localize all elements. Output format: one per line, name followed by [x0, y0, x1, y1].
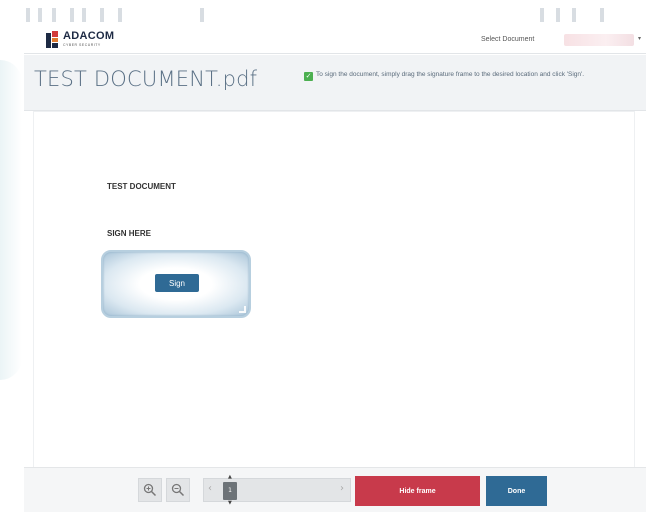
- sign-here-label: SIGN HERE: [107, 229, 152, 238]
- done-button[interactable]: Done: [486, 476, 547, 506]
- zoom-in-icon[interactable]: [138, 478, 162, 502]
- sign-button[interactable]: Sign: [155, 274, 199, 292]
- page-slider-handle[interactable]: 1: [223, 482, 237, 500]
- document-page: TEST DOCUMENT SIGN HERE Sign: [34, 112, 634, 467]
- chevron-down-icon[interactable]: ▾: [638, 35, 641, 42]
- page-slider[interactable]: ‹ ▲ 1 ▼ ›: [203, 474, 351, 506]
- brand-name: ADACOM: [63, 30, 115, 42]
- brand-tagline: CYBER SECURITY: [63, 43, 101, 47]
- resize-handle-icon[interactable]: [239, 306, 246, 313]
- hide-frame-button[interactable]: Hide frame: [355, 476, 480, 506]
- slider-tick-icon: ▼: [228, 500, 232, 506]
- checkbox-icon: ✓: [304, 72, 313, 81]
- document-heading: TEST DOCUMENT: [107, 182, 176, 191]
- adacom-logo: ADACOM CYBER SECURITY: [46, 30, 126, 51]
- chevron-right-icon[interactable]: ›: [340, 483, 344, 494]
- toolbar-footer: ‹ ▲ 1 ▼ › Hide frame Done: [24, 467, 646, 512]
- slider-tick-icon: ▲: [228, 474, 232, 480]
- background-swoosh: [0, 60, 22, 380]
- top-bar: ADACOM CYBER SECURITY Select Document ▾: [24, 28, 646, 54]
- select-document-label: Select Document: [481, 36, 535, 43]
- signature-frame[interactable]: Sign: [101, 250, 251, 318]
- document-viewer: TEST DOCUMENT SIGN HERE Sign: [24, 112, 646, 467]
- signing-instruction: To sign the document, simply drag the si…: [316, 71, 585, 78]
- document-header: TEST DOCUMENT.pdf ✓ To sign the document…: [24, 55, 646, 111]
- chevron-left-icon[interactable]: ‹: [208, 483, 212, 494]
- select-document-dropdown[interactable]: [564, 34, 634, 46]
- zoom-out-icon[interactable]: [166, 478, 190, 502]
- background-decoration: [0, 8, 650, 28]
- logo-icon: [46, 31, 60, 48]
- document-title: TEST DOCUMENT.pdf: [34, 67, 258, 91]
